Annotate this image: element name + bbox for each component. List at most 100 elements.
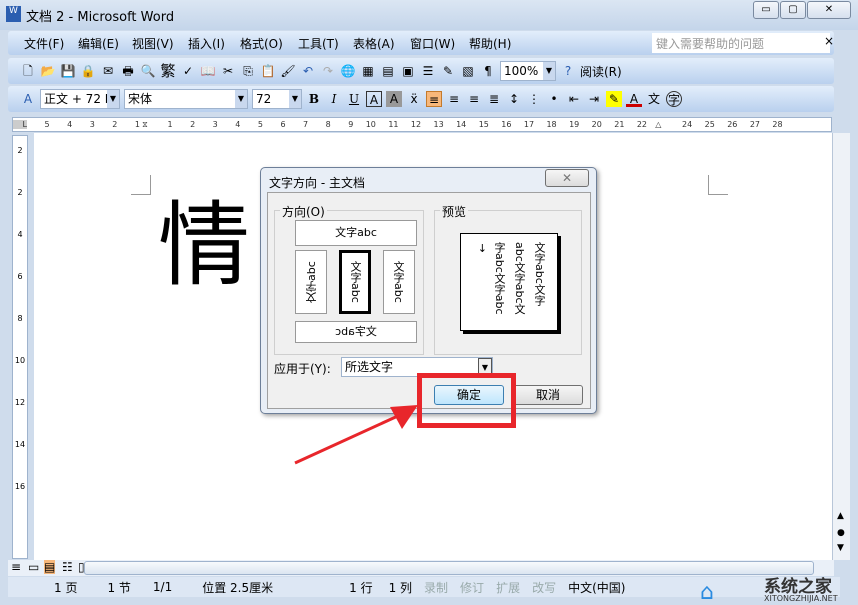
style-select[interactable]: 正文 + 72 I ▼ [40,89,120,109]
print-view-icon[interactable]: ▤ [44,560,56,574]
columns-icon[interactable]: ☰ [420,63,436,79]
copy-icon[interactable]: ⎘ [240,63,256,79]
menu-edit[interactable]: 编辑(E) [78,35,119,52]
help-icon[interactable]: ? [560,63,576,79]
word-app-icon: W [6,6,21,22]
status-extend[interactable]: 扩展 [490,579,526,596]
restore-button[interactable]: ▢ [780,1,806,19]
status-overtype[interactable]: 改写 [526,579,562,596]
help-search-input[interactable]: 键入需要帮助的问题 [652,33,830,53]
document-map-icon[interactable]: ▧ [460,63,476,79]
undo-icon[interactable]: ↶ [300,63,316,79]
ruler-tick: 2 [17,146,23,155]
tables-borders-icon[interactable]: ▦ [360,63,376,79]
permission-icon[interactable]: 🔒 [80,63,96,79]
ruler-tick: 8 [17,314,23,323]
menu-view[interactable]: 视图(V) [132,35,174,52]
horizontal-scrollbar[interactable]: ≡ ▭ ▤ ☷ ▯ ◀ [8,560,834,576]
outline-view-icon[interactable]: ☷ [62,560,73,574]
line-spacing-icon[interactable]: ↕ [506,91,522,107]
status-column: 1 列 [388,580,413,595]
menu-format[interactable]: 格式(O) [240,35,283,52]
browse-object-icon[interactable]: ● [837,528,845,538]
highlight-icon[interactable]: ✎ [606,91,622,107]
menu-tools[interactable]: 工具(T) [298,35,339,52]
house-logo-icon: ⌂ [700,580,714,605]
align-right-icon[interactable]: ≡ [466,91,482,107]
right-indent-marker[interactable]: △ [647,120,670,129]
print-preview-icon[interactable]: 🔍 [140,63,156,79]
prev-page-icon[interactable]: ▲ [837,511,844,521]
char-border-icon[interactable]: A [366,91,382,107]
bullets-icon[interactable]: • [546,91,562,107]
format-painter-icon[interactable]: 🖌 [280,63,296,79]
redo-icon[interactable]: ↷ [320,63,336,79]
font-select[interactable]: 宋体 ▼ [124,89,248,109]
hyperlink-icon[interactable]: 🌐 [340,63,356,79]
insert-table-icon[interactable]: ▤ [380,63,396,79]
dialog-close-button[interactable]: ✕ [545,169,589,187]
orientation-horizontal[interactable]: 文字abc [295,220,417,246]
research-icon[interactable]: 📖 [200,63,216,79]
normal-view-icon[interactable]: ≡ [11,560,21,574]
drawing-icon[interactable]: ✎ [440,63,456,79]
status-line: 1 行 [349,580,373,595]
help-close-button[interactable]: × [824,34,834,48]
print-icon[interactable]: 🖶 [120,63,136,79]
web-view-icon[interactable]: ▭ [28,560,39,574]
underline-button[interactable]: U [346,91,362,107]
phonetic-guide-icon[interactable]: 文 [646,91,662,107]
char-shading-icon[interactable]: A [386,91,402,107]
numbering-icon[interactable]: ⋮ [526,91,542,107]
status-track-changes[interactable]: 修订 [454,579,490,596]
char-scale-icon[interactable]: ẍ [406,91,422,107]
orientation-horizontal-mirrored[interactable]: 文字abc [295,321,417,343]
ruler-tick: 16 [14,482,26,491]
enclose-char-icon[interactable]: 字 [666,91,682,107]
show-hide-icon[interactable]: ¶ [480,63,496,79]
scroll-thumb[interactable] [84,561,814,575]
decrease-indent-icon[interactable]: ⇤ [566,91,582,107]
vertical-scrollbar[interactable]: ▲ ● ▼ [832,133,850,560]
paste-icon[interactable]: 📋 [260,63,276,79]
insert-excel-icon[interactable]: ▣ [400,63,416,79]
cut-icon[interactable]: ✂ [220,63,236,79]
menu-window[interactable]: 窗口(W) [410,35,455,52]
menu-help[interactable]: 帮助(H) [469,35,511,52]
status-record[interactable]: 录制 [418,579,454,596]
distribute-icon[interactable]: ≣ [486,91,502,107]
zoom-select[interactable]: 100% ▼ [500,61,556,81]
orientation-vertical[interactable]: 文字abc [383,250,415,314]
menu-file[interactable]: 文件(F) [24,35,64,52]
font-size-select[interactable]: 72 ▼ [252,89,302,109]
new-icon[interactable]: 🗋 [20,63,36,79]
email-icon[interactable]: ✉ [100,63,116,79]
bold-button[interactable]: B [306,91,322,107]
minimize-button[interactable]: ▭ [753,1,779,19]
increase-indent-icon[interactable]: ⇥ [586,91,602,107]
indent-marker[interactable]: ⧖ [140,120,150,130]
italic-button[interactable]: I [326,91,342,107]
read-button[interactable]: 阅读(R) [580,63,622,80]
font-color-icon[interactable]: A [626,91,642,107]
next-page-icon[interactable]: ▼ [837,543,844,553]
horizontal-ruler[interactable]: L 54321 ⧖ 1 2 3 4 5 6 7 8 9 10 11 12 13 14 15 16 17 18 19 2… [12,117,832,132]
cancel-button[interactable]: 取消 [513,385,583,405]
orientation-vertical-rotated-up[interactable]: 文字abc [295,250,327,314]
styles-icon[interactable]: A [20,91,36,107]
close-button[interactable]: ✕ [807,1,851,19]
document-text[interactable]: 情 [158,200,250,292]
traditional-chinese-button[interactable]: 繁 [160,63,176,79]
align-center-icon[interactable]: ≡ [446,91,462,107]
menu-table[interactable]: 表格(A) [353,35,395,52]
ruler-tick: 6 [280,120,286,129]
vertical-ruler[interactable]: 2 2 4 6 8 10 12 14 16 [12,135,28,559]
align-left-icon[interactable]: ≡ [426,91,442,107]
open-icon[interactable]: 📂 [40,63,56,79]
spelling-icon[interactable]: ✓ [180,63,196,79]
menu-insert[interactable]: 插入(I) [188,35,225,52]
ruler-tick: 13 [433,120,444,129]
tab-selector[interactable]: L [13,120,27,129]
orientation-vertical-rotated-down[interactable]: 文字abc [339,250,371,314]
save-icon[interactable]: 💾 [60,63,76,79]
